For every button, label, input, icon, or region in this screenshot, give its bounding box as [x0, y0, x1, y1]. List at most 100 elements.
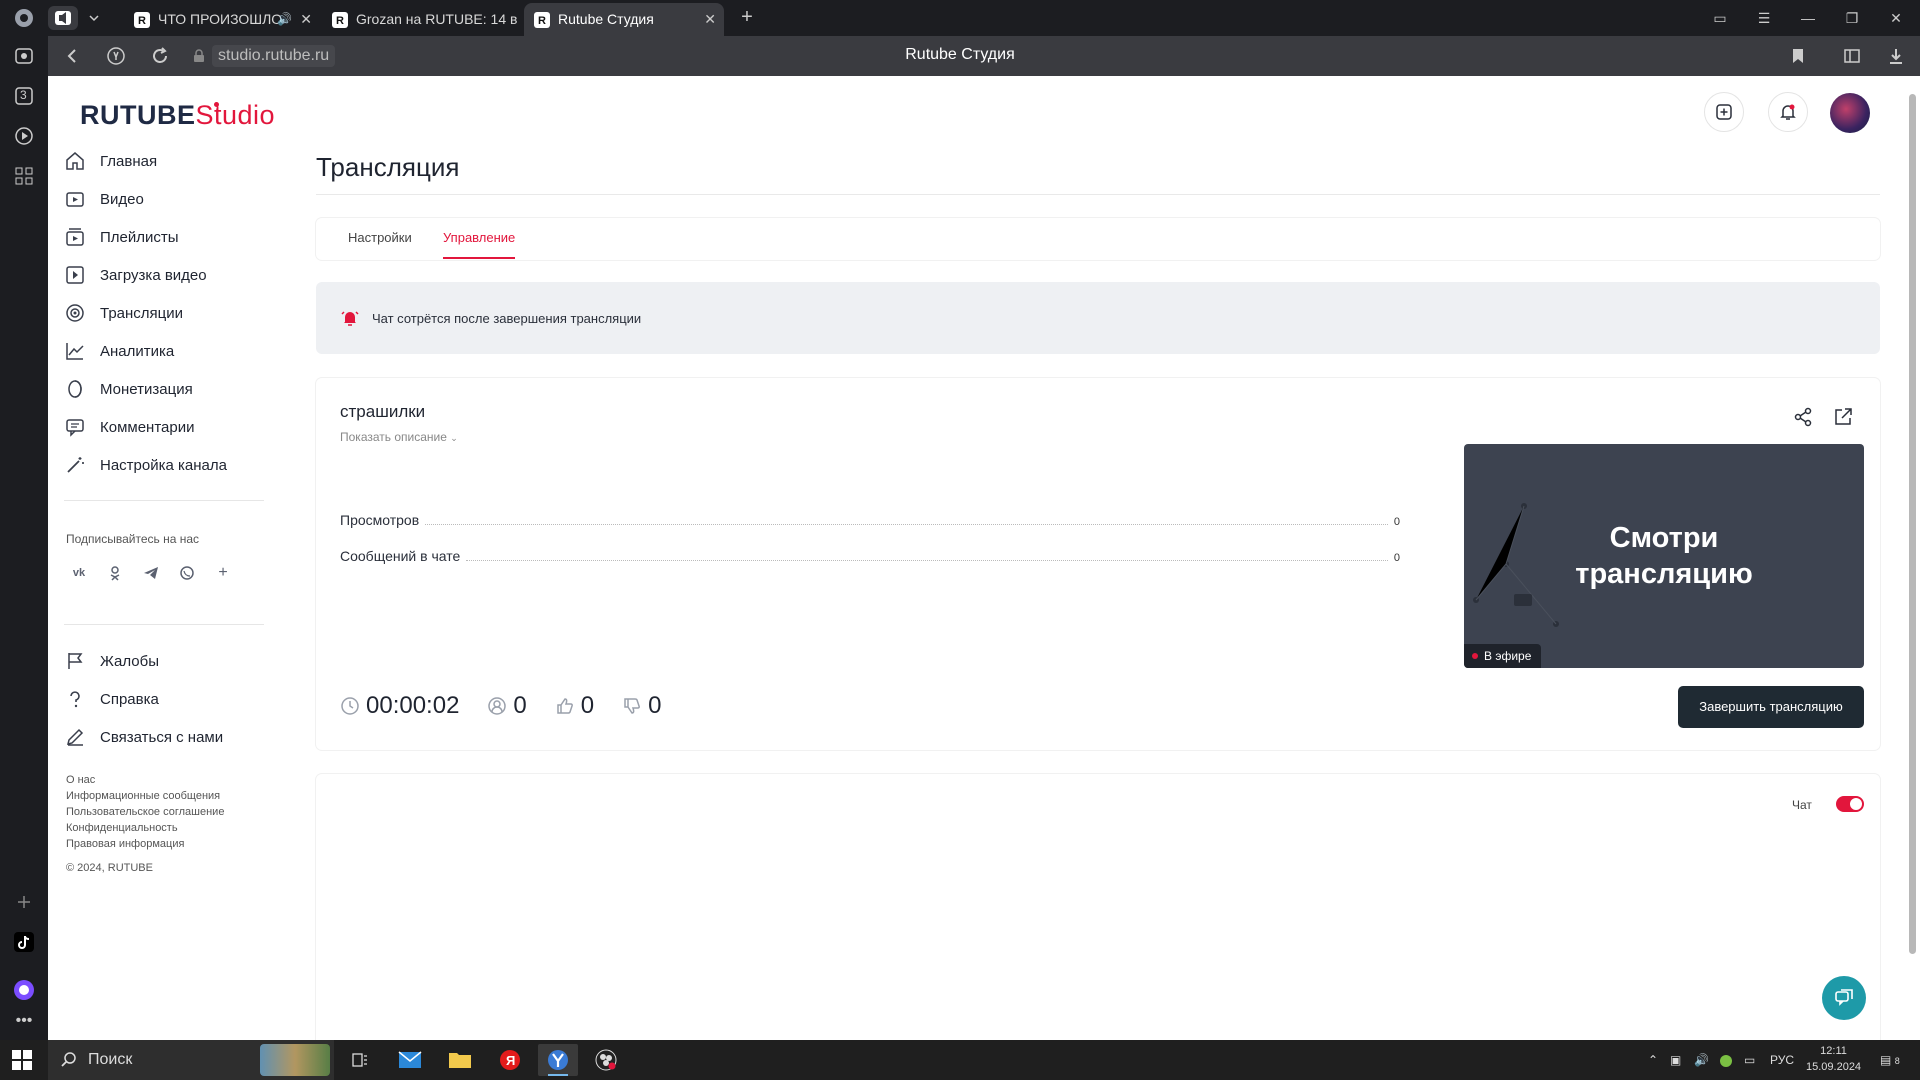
sidebar-item-video[interactable]: Видео: [64, 180, 264, 218]
speaker-icon[interactable]: 🔊: [277, 3, 292, 36]
sidebar-item-playlists[interactable]: Плейлисты: [64, 218, 264, 256]
mail-app-icon[interactable]: [390, 1044, 430, 1076]
sidebar-item-label: Комментарии: [100, 418, 195, 436]
network-icon[interactable]: ▭: [1744, 1040, 1755, 1080]
close-icon[interactable]: ✕: [704, 3, 716, 36]
support-chat-button[interactable]: [1822, 976, 1866, 1020]
footer-link[interactable]: Правовая информация: [66, 836, 224, 852]
alice-icon[interactable]: [12, 978, 36, 1002]
browser-tab-1[interactable]: R ЧТО ПРОИЗОШЛО 🔊 ✕: [124, 3, 320, 36]
task-view-icon[interactable]: [340, 1044, 380, 1076]
windows-start-icon[interactable]: [12, 1050, 32, 1070]
minimize-icon[interactable]: —: [1788, 0, 1828, 36]
vk-icon[interactable]: vk: [66, 560, 92, 586]
pinned-tab[interactable]: [48, 6, 78, 30]
sidebar-item-comments[interactable]: Комментарии: [64, 408, 264, 446]
yandex-browser-icon[interactable]: [538, 1044, 578, 1076]
chat-toggle[interactable]: [1836, 796, 1864, 812]
add-content-button[interactable]: [1704, 92, 1744, 132]
studio-page: RUTUBEStudio Главная Видео Плейлисты Заг…: [48, 76, 1904, 1040]
add-panel-icon[interactable]: [12, 890, 36, 914]
sidebar-item-complaints[interactable]: Жалобы: [64, 642, 264, 680]
clock-date: 15.09.2024: [1806, 1061, 1862, 1073]
svg-text:R: R: [538, 15, 546, 27]
services-grid-icon[interactable]: [12, 164, 36, 188]
tray-app-icon[interactable]: [1720, 1040, 1732, 1080]
external-link-icon[interactable]: [1832, 406, 1854, 428]
tiktok-icon[interactable]: [12, 930, 36, 954]
chat-card: Чат: [316, 774, 1880, 1040]
more-socials-icon[interactable]: +: [210, 560, 236, 586]
download-icon[interactable]: [1884, 44, 1908, 68]
clock-icon: [340, 696, 360, 716]
sidebar-item-channel-settings[interactable]: Настройка канала: [64, 446, 264, 484]
live-badge: В эфире: [1464, 644, 1542, 668]
language-indicator[interactable]: РУС: [1770, 1040, 1794, 1080]
restore-icon[interactable]: ❐: [1832, 0, 1872, 36]
sidebar-item-home[interactable]: Главная: [64, 142, 264, 180]
obs-app-icon[interactable]: [586, 1044, 626, 1076]
ok-icon[interactable]: [102, 560, 128, 586]
avatar[interactable]: [1830, 93, 1870, 133]
sidebar-item-label: Жалобы: [100, 652, 159, 670]
analytics-icon: [64, 340, 86, 362]
close-window-icon[interactable]: ✕: [1876, 0, 1916, 36]
show-description-toggle[interactable]: Показать описание ⌄: [340, 430, 458, 444]
collections-icon[interactable]: ▭: [1700, 0, 1740, 36]
browser-tab-3[interactable]: R Rutube Студия ✕: [524, 3, 724, 36]
more-icon[interactable]: •••: [12, 1012, 36, 1036]
tray-chevron-icon[interactable]: ⌃: [1648, 1040, 1658, 1080]
rutube-studio-logo[interactable]: RUTUBEStudio: [80, 100, 275, 131]
address-bar: studio.rutube.ru Rutube Студия: [0, 36, 1920, 76]
browser-tab-2[interactable]: R Grozan на RUTUBE: 14 ви: [322, 3, 518, 36]
browser-menu-icon[interactable]: [10, 6, 38, 30]
footer-link[interactable]: Информационные сообщения: [66, 788, 224, 804]
footer-link[interactable]: Пользовательское соглашение: [66, 804, 224, 820]
window-title: Rutube Студия: [905, 46, 1015, 63]
sidebar-nav: Главная Видео Плейлисты Загрузка видео Т…: [64, 142, 264, 484]
player-icon[interactable]: [12, 124, 36, 148]
notifications-button[interactable]: [1768, 92, 1808, 132]
bookmarks-panel-icon[interactable]: [1840, 44, 1864, 68]
stream-preview[interactable]: Смотри трансляцию В эфире: [1464, 444, 1864, 668]
follow-us-title: Подписывайтесь на нас: [66, 532, 200, 546]
close-icon[interactable]: ✕: [300, 3, 312, 36]
sidebar-item-upload[interactable]: Загрузка видео: [64, 256, 264, 294]
scroll-thumb[interactable]: [1909, 94, 1916, 954]
yandex-app-icon[interactable]: Я: [490, 1044, 530, 1076]
sidebar-item-monetization[interactable]: Монетизация: [64, 370, 264, 408]
search-placeholder: Поиск: [88, 1051, 133, 1068]
tray-device-icon[interactable]: ▣: [1670, 1040, 1681, 1080]
sidebar-item-analytics[interactable]: Аналитика: [64, 332, 264, 370]
tabs-panel-icon[interactable]: [12, 44, 36, 68]
counter-badge: 3: [20, 88, 27, 102]
tab-management[interactable]: Управление: [443, 230, 515, 245]
telegram-icon[interactable]: [138, 560, 164, 586]
notification-center-icon[interactable]: ▤ 8: [1880, 1040, 1900, 1080]
wand-icon: [64, 454, 86, 476]
volume-icon[interactable]: 🔊: [1694, 1040, 1709, 1080]
user-icon: [487, 696, 507, 716]
footer-link[interactable]: О нас: [66, 772, 224, 788]
chevron-down-icon[interactable]: [84, 6, 104, 30]
footer-link[interactable]: Конфиденциальность: [66, 820, 224, 836]
sidebar-item-contact[interactable]: Связаться с нами: [64, 718, 264, 756]
notification-count: 8: [1894, 1056, 1900, 1066]
bookmark-icon[interactable]: [1786, 44, 1810, 68]
taskbar-search[interactable]: Поиск: [48, 1040, 334, 1080]
taskbar-clock[interactable]: 12:11 15.09.2024: [1806, 1043, 1861, 1075]
sidebar-item-help[interactable]: Справка: [64, 680, 264, 718]
viber-icon[interactable]: [174, 560, 200, 586]
menu-icon[interactable]: ☰: [1744, 0, 1784, 36]
file-explorer-icon[interactable]: [440, 1044, 480, 1076]
chat-label: Чат: [1792, 798, 1812, 812]
share-icon[interactable]: [1792, 406, 1814, 428]
likes-value: 0: [580, 692, 595, 719]
tab-settings[interactable]: Настройки: [348, 230, 412, 245]
sidebar-item-broadcasts[interactable]: Трансляции: [64, 294, 264, 332]
end-stream-button[interactable]: Завершить трансляцию: [1678, 686, 1864, 728]
new-tab-button[interactable]: +: [735, 6, 759, 30]
counter-icon[interactable]: 3: [12, 84, 36, 108]
logo-studio-text: Studio: [195, 100, 276, 130]
page-scrollbar[interactable]: [1904, 76, 1920, 1040]
